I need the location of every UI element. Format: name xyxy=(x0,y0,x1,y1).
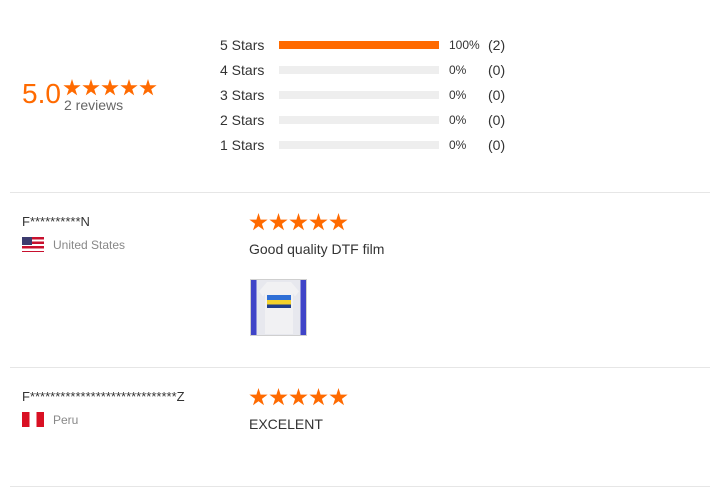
rating-bar xyxy=(279,66,439,74)
divider xyxy=(10,367,710,368)
review-photo-thumbnail[interactable] xyxy=(250,279,307,336)
star-icon xyxy=(289,388,308,406)
reviewer-country: United States xyxy=(22,237,125,252)
rating-label: 3 Stars xyxy=(220,87,265,103)
star-icon xyxy=(120,79,138,96)
rating-label: 1 Stars xyxy=(220,137,265,153)
star-icon xyxy=(269,388,288,406)
rating-filter-5-stars[interactable]: 5 Stars 100% (2) xyxy=(220,35,505,55)
review-rating-stars xyxy=(249,213,348,232)
star-icon xyxy=(249,388,268,406)
star-icon xyxy=(82,79,100,96)
rating-count: (0) xyxy=(488,62,506,78)
star-icon xyxy=(269,213,288,231)
country-label: Peru xyxy=(53,412,79,427)
rating-label: 4 Stars xyxy=(220,62,265,78)
star-icon xyxy=(289,213,308,231)
rating-filter-1-stars[interactable]: 1 Stars 0% (0) xyxy=(220,135,505,155)
star-icon xyxy=(139,79,157,96)
tshirt-print-image xyxy=(267,295,291,308)
reviewer-country: Peru xyxy=(22,412,78,427)
peru-flag-icon xyxy=(22,412,44,427)
review-rating-stars xyxy=(249,388,348,407)
rating-count: (0) xyxy=(488,112,506,128)
us-flag-icon xyxy=(22,237,44,252)
star-icon xyxy=(309,213,328,231)
star-icon xyxy=(329,213,348,231)
star-icon xyxy=(101,79,119,96)
rating-percent: 0% xyxy=(449,88,467,102)
rating-bar xyxy=(279,116,439,124)
rating-bar xyxy=(279,91,439,99)
review-text: EXCELENT xyxy=(249,416,323,432)
rating-label: 2 Stars xyxy=(220,112,265,128)
rating-label: 5 Stars xyxy=(220,37,265,53)
average-rating-score: 5.0 xyxy=(22,78,61,109)
rating-count: (0) xyxy=(488,137,506,153)
rating-bar xyxy=(279,41,439,49)
country-label: United States xyxy=(53,237,126,252)
star-icon xyxy=(249,213,268,231)
rating-percent: 0% xyxy=(449,63,467,77)
rating-percent: 0% xyxy=(449,113,467,127)
divider xyxy=(10,192,710,193)
star-icon xyxy=(309,388,328,406)
rating-filter-4-stars[interactable]: 4 Stars 0% (0) xyxy=(220,60,505,80)
rating-percent: 0% xyxy=(449,138,467,152)
review-text: Good quality DTF film xyxy=(249,241,385,257)
rating-filter-3-stars[interactable]: 3 Stars 0% (0) xyxy=(220,85,505,105)
rating-count: (0) xyxy=(488,87,506,103)
rating-bar xyxy=(279,141,439,149)
reviewer-name: F*****************************Z xyxy=(22,389,185,404)
rating-filter-2-stars[interactable]: 2 Stars 0% (0) xyxy=(220,110,505,130)
divider xyxy=(10,486,710,487)
review-count: 2 reviews xyxy=(64,97,124,113)
rating-percent: 100% xyxy=(449,38,480,52)
average-rating-stars xyxy=(63,79,157,97)
tshirt-image xyxy=(259,282,299,334)
reviewer-name: F**********N xyxy=(22,214,90,229)
star-icon xyxy=(63,79,81,96)
star-icon xyxy=(329,388,348,406)
rating-bar-fill xyxy=(279,41,439,49)
rating-count: (2) xyxy=(488,37,506,53)
